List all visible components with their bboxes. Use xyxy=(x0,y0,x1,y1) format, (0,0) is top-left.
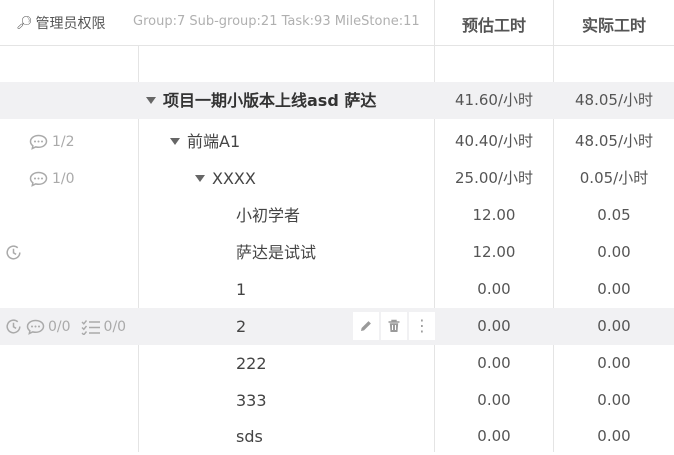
estimate-hours: 41.60/小时 xyxy=(455,91,533,109)
table-row-subgroup[interactable]: 1/0 XXXX 25.00/小时 0.05/小时 xyxy=(0,160,674,197)
task-name: XXXX xyxy=(195,160,256,197)
estimate-hours: 0.00 xyxy=(477,354,511,372)
actual-hours: 0.05 xyxy=(597,206,631,224)
task-name: 萨达是试试 xyxy=(236,243,317,262)
comment-count[interactable]: 0/0 xyxy=(26,319,71,335)
task-name: 小初学者 xyxy=(236,206,301,225)
comment-icon xyxy=(26,319,45,335)
checklist-count[interactable]: 0/0 xyxy=(81,319,126,335)
project-stats: Group:7 Sub-group:21 Task:93 MileStone:1… xyxy=(133,14,420,29)
actual-hours: 48.05/小时 xyxy=(575,91,653,109)
clock-icon[interactable] xyxy=(5,318,22,335)
comment-icon xyxy=(29,171,48,187)
estimate-hours: 12.00 xyxy=(472,206,516,224)
table-row-task[interactable]: 1 0.00 0.00 xyxy=(0,271,674,308)
caret-down-icon[interactable] xyxy=(146,97,156,104)
estimate-hours: 0.00 xyxy=(477,317,511,335)
more-vertical-icon: ⋮ xyxy=(414,316,430,335)
table-row-task[interactable]: 222 0.00 0.00 xyxy=(0,345,674,382)
task-name: 2 xyxy=(236,317,247,336)
actual-hours: 0.00 xyxy=(597,280,631,298)
comment-count[interactable]: 1/2 xyxy=(29,123,75,160)
actual-hours: 0.00 xyxy=(597,354,631,372)
checklist-icon xyxy=(81,319,100,335)
column-header-estimate[interactable]: 预估工时 xyxy=(435,12,553,36)
actual-hours: 0.00 xyxy=(597,243,631,261)
estimate-hours: 0.00 xyxy=(477,280,511,298)
estimate-hours: 0.00 xyxy=(477,427,511,445)
key-icon: 🔎︎ xyxy=(16,15,33,31)
actual-hours: 48.05/小时 xyxy=(575,132,653,150)
estimate-hours: 40.40/小时 xyxy=(455,132,533,150)
table-row-task[interactable]: 萨达是试试 12.00 0.00 xyxy=(0,234,674,271)
actual-hours: 0.05/小时 xyxy=(579,169,649,187)
edit-button[interactable] xyxy=(353,312,379,340)
row-actions: ⋮ xyxy=(353,312,435,340)
table-row-task[interactable]: 0/0 0/0 2 ⋮ 0.00 0.00 xyxy=(0,308,674,345)
table-row-task[interactable]: 小初学者 12.00 0.05 xyxy=(0,197,674,234)
pencil-icon xyxy=(361,321,371,331)
caret-down-icon[interactable] xyxy=(195,175,205,182)
task-name: 222 xyxy=(236,354,267,373)
task-name: 项目一期小版本上线asd 萨达 xyxy=(146,82,376,119)
task-name: 1 xyxy=(236,280,247,299)
trash-icon xyxy=(388,319,400,332)
more-button[interactable]: ⋮ xyxy=(409,312,435,340)
actual-hours: 0.00 xyxy=(597,317,631,335)
table-row-subgroup[interactable]: 1/2 前端A1 40.40/小时 48.05/小时 xyxy=(0,123,674,160)
header-divider xyxy=(0,45,674,46)
permission-indicator[interactable]: 🔎︎ 管理员权限 xyxy=(16,13,106,33)
permission-label: 管理员权限 xyxy=(35,16,106,32)
task-name: 333 xyxy=(236,391,267,410)
column-header-actual[interactable]: 实际工时 xyxy=(554,12,674,36)
estimate-hours: 0.00 xyxy=(477,391,511,409)
task-name: 前端A1 xyxy=(170,123,240,160)
actual-hours: 0.00 xyxy=(597,391,631,409)
timer-indicator[interactable] xyxy=(5,234,22,271)
table-row-group[interactable]: 项目一期小版本上线asd 萨达 41.60/小时 48.05/小时 xyxy=(0,82,674,119)
comment-count[interactable]: 1/0 xyxy=(29,160,75,197)
task-meta: 0/0 0/0 xyxy=(5,308,126,345)
table-row-task[interactable]: sds 0.00 0.00 xyxy=(0,418,674,452)
clock-icon xyxy=(6,245,21,260)
delete-button[interactable] xyxy=(381,312,407,340)
actual-hours: 0.00 xyxy=(597,427,631,445)
estimate-hours: 12.00 xyxy=(472,243,516,261)
task-name: sds xyxy=(236,427,263,446)
estimate-hours: 25.00/小时 xyxy=(455,169,533,187)
caret-down-icon[interactable] xyxy=(170,138,180,145)
comment-icon xyxy=(29,134,48,150)
table-row-task[interactable]: 333 0.00 0.00 xyxy=(0,382,674,419)
